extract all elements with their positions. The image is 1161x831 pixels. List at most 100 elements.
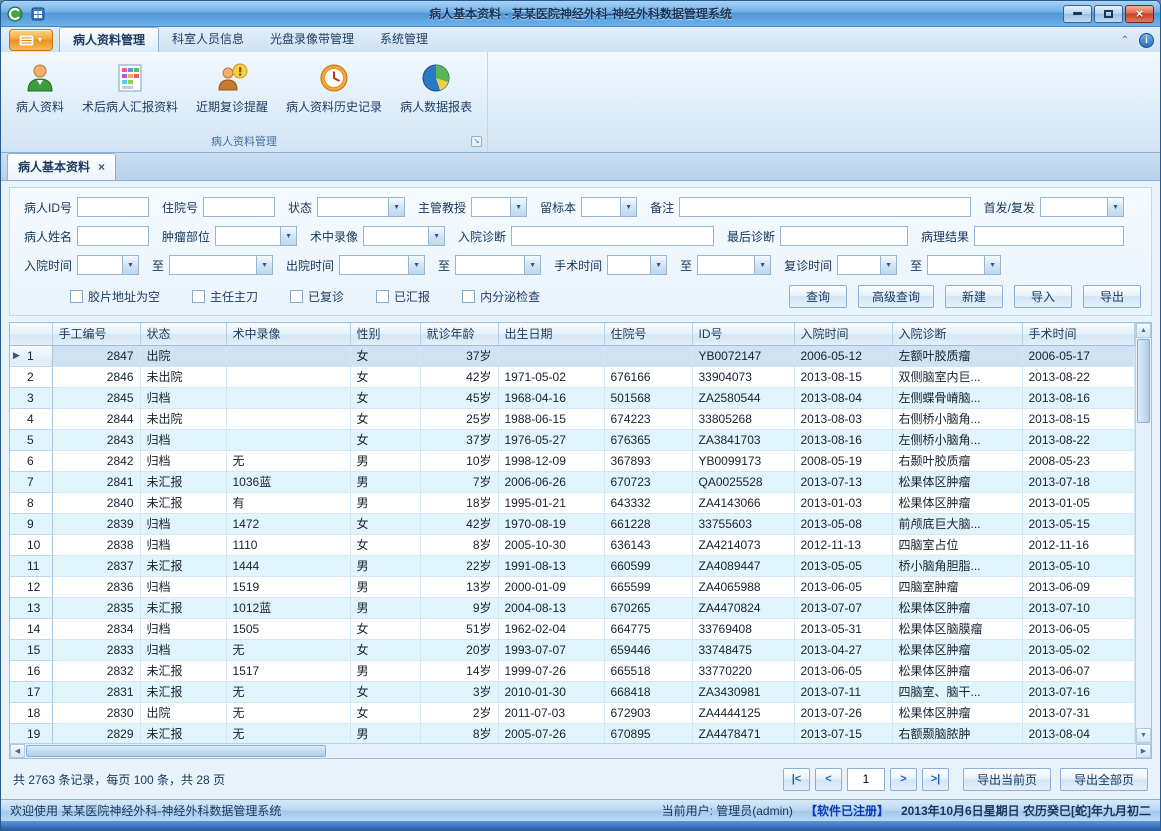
- filter-combo-2-4[interactable]: ▼: [607, 255, 667, 275]
- cell-status[interactable]: 归档: [140, 618, 226, 639]
- postop-report-button[interactable]: 术后病人汇报资料: [73, 56, 187, 133]
- cell-adm_no[interactable]: 670723: [604, 471, 692, 492]
- vertical-scrollbar[interactable]: ▲ ▼: [1135, 323, 1151, 743]
- table-row[interactable]: 132835未汇报1012蓝男9岁2004-08-13670265ZA44708…: [10, 597, 1135, 618]
- cell-status[interactable]: 归档: [140, 450, 226, 471]
- cell-status[interactable]: 归档: [140, 639, 226, 660]
- cell-op_video[interactable]: [226, 366, 350, 387]
- filter-input-0-1[interactable]: [203, 197, 275, 217]
- cell-manual_no[interactable]: 2845: [52, 387, 140, 408]
- cell-adm_diag[interactable]: 右侧桥小脑角...: [892, 408, 1022, 429]
- table-row[interactable]: 142834归档1505女51岁1962-02-0466477533769408…: [10, 618, 1135, 639]
- ribbon-tab-department-staff-info[interactable]: 科室人员信息: [159, 27, 257, 52]
- ribbon-collapse-icon[interactable]: ⌃: [1121, 35, 1129, 46]
- cell-op_date[interactable]: 2013-05-15: [1022, 513, 1135, 534]
- cell-op_video[interactable]: 有: [226, 492, 350, 513]
- cell-gender[interactable]: 男: [350, 660, 420, 681]
- cell-manual_no[interactable]: 2838: [52, 534, 140, 555]
- about-info-icon[interactable]: i: [1139, 33, 1154, 48]
- cell-op_video[interactable]: 1519: [226, 576, 350, 597]
- checkbox-icon[interactable]: [462, 290, 475, 303]
- patient-info-button[interactable]: 病人资料: [7, 56, 73, 133]
- cell-adm_diag[interactable]: 松果体区肿瘤: [892, 660, 1022, 681]
- chevron-down-icon[interactable]: ▼: [1107, 198, 1123, 216]
- query-button[interactable]: 查询: [789, 285, 847, 308]
- cell-adm_date[interactable]: 2013-04-27: [794, 639, 892, 660]
- cell-op_date[interactable]: 2013-01-05: [1022, 492, 1135, 513]
- cell-adm_diag[interactable]: 松果体区肿瘤: [892, 492, 1022, 513]
- chevron-down-icon[interactable]: ▼: [650, 256, 666, 274]
- ribbon-tab-disc-tape-management[interactable]: 光盘录像带管理: [257, 27, 367, 52]
- cell-id_no[interactable]: 33770220: [692, 660, 794, 681]
- cell-adm_no[interactable]: 636143: [604, 534, 692, 555]
- table-row[interactable]: 192829未汇报无男8岁2005-07-26670895ZA447847120…: [10, 723, 1135, 743]
- cell-adm_date[interactable]: 2006-05-12: [794, 345, 892, 366]
- table-row[interactable]: 22846未出院女42岁1971-05-02676166339040732013…: [10, 366, 1135, 387]
- cell-age[interactable]: 9岁: [420, 597, 498, 618]
- cell-adm_date[interactable]: 2013-08-04: [794, 387, 892, 408]
- cell-age[interactable]: 45岁: [420, 387, 498, 408]
- cell-gender[interactable]: 女: [350, 639, 420, 660]
- cell-manual_no[interactable]: 2832: [52, 660, 140, 681]
- cell-op_video[interactable]: 1036蓝: [226, 471, 350, 492]
- cell-status[interactable]: 未出院: [140, 408, 226, 429]
- cell-op_video[interactable]: 无: [226, 681, 350, 702]
- cell-manual_no[interactable]: 2847: [52, 345, 140, 366]
- table-row[interactable]: 62842归档无男10岁1998-12-09367893YB0099173200…: [10, 450, 1135, 471]
- cell-op_date[interactable]: 2013-07-16: [1022, 681, 1135, 702]
- chevron-down-icon[interactable]: ▼: [984, 256, 1000, 274]
- close-button[interactable]: ×: [1125, 5, 1154, 23]
- cell-adm_no[interactable]: 661228: [604, 513, 692, 534]
- grid-header-adm_no[interactable]: 住院号: [604, 323, 692, 345]
- cell-adm_diag[interactable]: 左侧桥小脑角...: [892, 429, 1022, 450]
- cell-id_no[interactable]: 33748475: [692, 639, 794, 660]
- cell-adm_no[interactable]: 670265: [604, 597, 692, 618]
- chevron-down-icon[interactable]: ▼: [510, 198, 526, 216]
- cell-age[interactable]: 25岁: [420, 408, 498, 429]
- cell-gender[interactable]: 男: [350, 555, 420, 576]
- cell-adm_diag[interactable]: 四脑室占位: [892, 534, 1022, 555]
- cell-gender[interactable]: 女: [350, 534, 420, 555]
- cell-op_date[interactable]: 2012-11-16: [1022, 534, 1135, 555]
- cell-adm_date[interactable]: 2013-08-03: [794, 408, 892, 429]
- cell-adm_date[interactable]: 2013-07-07: [794, 597, 892, 618]
- cell-gender[interactable]: 男: [350, 597, 420, 618]
- cell-id_no[interactable]: ZA4444125: [692, 702, 794, 723]
- cell-op_date[interactable]: 2013-08-16: [1022, 387, 1135, 408]
- cell-gender[interactable]: 男: [350, 723, 420, 743]
- cell-manual_no[interactable]: 2831: [52, 681, 140, 702]
- cell-op_date[interactable]: 2013-07-10: [1022, 597, 1135, 618]
- cell-id_no[interactable]: ZA4478471: [692, 723, 794, 743]
- cell-op_video[interactable]: [226, 429, 350, 450]
- cell-id_no[interactable]: 33755603: [692, 513, 794, 534]
- cell-status[interactable]: 出院: [140, 345, 226, 366]
- filter-combo-0-3[interactable]: ▼: [471, 197, 527, 217]
- grid-header-op_date[interactable]: 手术时间: [1022, 323, 1135, 345]
- cell-id_no[interactable]: YB0072147: [692, 345, 794, 366]
- cell-age[interactable]: 7岁: [420, 471, 498, 492]
- chevron-down-icon[interactable]: ▼: [620, 198, 636, 216]
- cell-manual_no[interactable]: 2842: [52, 450, 140, 471]
- filter-combo-1-2[interactable]: ▼: [363, 226, 445, 246]
- cell-adm_diag[interactable]: 双侧脑室内巨...: [892, 366, 1022, 387]
- table-row[interactable]: ▶12847出院女37岁YB00721472006-05-12左额叶胶质瘤200…: [10, 345, 1135, 366]
- cell-adm_diag[interactable]: 左额叶胶质瘤: [892, 345, 1022, 366]
- cell-adm_diag[interactable]: 左侧蝶骨嵴脑...: [892, 387, 1022, 408]
- cell-op_video[interactable]: 1012蓝: [226, 597, 350, 618]
- cell-id_no[interactable]: ZA4089447: [692, 555, 794, 576]
- filter-checkbox-2[interactable]: 已复诊: [290, 288, 344, 305]
- cell-id_no[interactable]: ZA2580544: [692, 387, 794, 408]
- scroll-left-icon[interactable]: ◀: [10, 744, 25, 758]
- cell-id_no[interactable]: ZA4214073: [692, 534, 794, 555]
- cell-op_date[interactable]: 2008-05-23: [1022, 450, 1135, 471]
- cell-status[interactable]: 未汇报: [140, 492, 226, 513]
- cell-id_no[interactable]: 33805268: [692, 408, 794, 429]
- filter-checkbox-0[interactable]: 胶片地址为空: [70, 288, 160, 305]
- cell-manual_no[interactable]: 2841: [52, 471, 140, 492]
- filter-combo-2-6[interactable]: ▼: [837, 255, 897, 275]
- cell-adm_date[interactable]: 2013-07-13: [794, 471, 892, 492]
- filter-combo-2-5[interactable]: ▼: [697, 255, 771, 275]
- cell-age[interactable]: 37岁: [420, 345, 498, 366]
- cell-status[interactable]: 未出院: [140, 366, 226, 387]
- grid-header-gender[interactable]: 性别: [350, 323, 420, 345]
